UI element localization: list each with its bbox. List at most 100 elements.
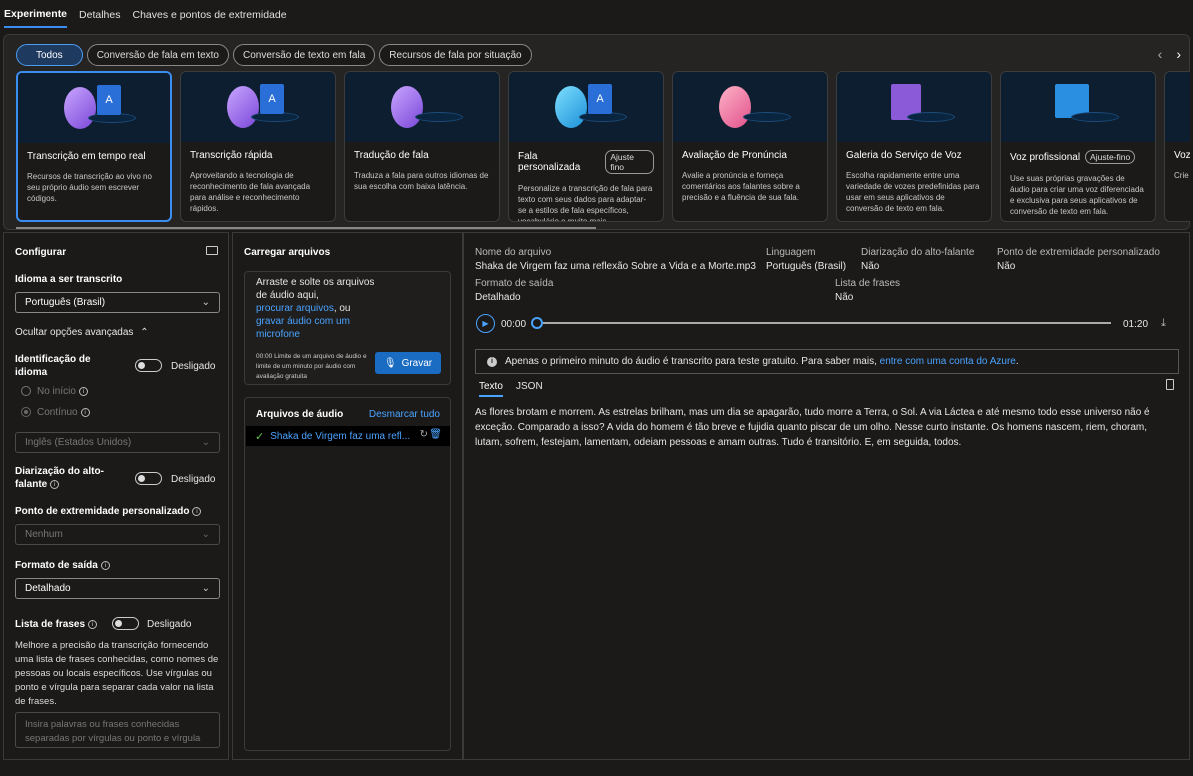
endpoint-select[interactable]: Nenhum ⌄ [15, 524, 220, 545]
info-icon: i [88, 619, 98, 629]
radio-continuo[interactable]: Contínuo i [21, 407, 90, 418]
tab-experimente[interactable]: Experimente [4, 2, 68, 28]
play-icon[interactable]: ▶ [476, 314, 495, 333]
delete-icon[interactable]: 🗑 [429, 429, 442, 440]
collapse-panel-icon[interactable] [206, 246, 218, 255]
diar-value: Não [861, 261, 880, 272]
card-title: Avaliação de Pronúncia [682, 150, 787, 161]
card-illustration [837, 72, 991, 142]
card-illustration: A [181, 72, 335, 142]
tab-text[interactable]: Texto [479, 381, 503, 397]
card-custom-speech[interactable]: A Fala personalizada Ajuste fino Personali… [508, 71, 664, 222]
phrase-toggle[interactable] [112, 617, 139, 630]
phrase-value: Não [835, 292, 854, 303]
info-icon: i [50, 479, 60, 489]
filter-scenario[interactable]: Recursos de fala por situação [379, 44, 532, 66]
chevron-down-icon: ⌄ [201, 437, 210, 448]
langid-select-value: Inglês (Estados Unidos) [25, 437, 132, 448]
deselect-all-link[interactable]: Desmarcar tudo [369, 409, 440, 420]
chevron-right-icon[interactable]: › [1176, 46, 1181, 62]
diar-state: Desligado [171, 474, 216, 485]
card-pro-voice[interactable]: Voz profissional Ajuste-fino Use suas próp… [1000, 71, 1156, 222]
langid-select[interactable]: Inglês (Estados Unidos) ⌄ [15, 432, 220, 453]
notice-text: Apenas o primeiro minuto do áudio é tran… [505, 356, 877, 367]
file-header: Nome do arquivo [475, 247, 552, 258]
card-desc: Personalize a transcrição de fala para t… [518, 184, 653, 222]
card-translation[interactable]: Tradução de fala Traduza a fala para outr… [344, 71, 500, 222]
chevron-down-icon: ⌄ [201, 297, 210, 308]
phrase-label: Lista de frases i [15, 619, 98, 630]
card-voice-gallery[interactable]: Galeria do Serviço de Voz Escolha rapidam… [836, 71, 992, 222]
seek-track[interactable] [543, 322, 1111, 324]
format-select[interactable]: Detalhado ⌄ [15, 578, 220, 599]
endpoint-header: Ponto de extremidade personalizado [997, 247, 1160, 258]
download-icon[interactable]: ⤓ [1161, 317, 1166, 330]
card-illustration: A [18, 73, 170, 143]
record-button[interactable]: 🎙 Gravar [375, 352, 441, 374]
card-title: Transcrição em tempo real [27, 151, 146, 162]
filter-stt[interactable]: Conversão de fala em texto [86, 44, 229, 66]
card-title: Fala personalizada [518, 151, 581, 173]
tab-json[interactable]: JSON [516, 381, 543, 392]
microphone-icon: 🎙 [383, 357, 397, 369]
finetune-badge: Ajuste fino [605, 150, 654, 174]
card-desc: Aproveitando a tecnologia de reconhecime… [190, 171, 311, 213]
info-icon: i [100, 560, 110, 570]
upload-panel: Carregar arquivos Arraste e solte os arq… [232, 232, 463, 760]
card-realtime[interactable]: A Transcrição em tempo real Recursos de t… [16, 71, 172, 222]
limit-text: 00:00 Limite de um arquivo de áudio e li… [256, 353, 367, 380]
format-select-value: Detalhado [25, 583, 71, 594]
card-illustration [1001, 72, 1155, 142]
langid-toggle[interactable] [135, 359, 162, 372]
filter-tts[interactable]: Conversão de texto em fala [232, 44, 376, 66]
record-button-label: Gravar [401, 357, 433, 369]
card-title: Voz [1174, 150, 1190, 161]
chevron-down-icon: ⌄ [201, 583, 210, 594]
diar-toggle[interactable] [135, 472, 162, 485]
browse-link[interactable]: procurar arquivos [256, 303, 334, 314]
record-link[interactable]: gravar áudio com um microfone [256, 316, 350, 340]
tab-detalhes[interactable]: Detalhes [79, 3, 120, 27]
tab-chaves[interactable]: Chaves e pontos de extremidade [132, 3, 286, 27]
filter-todos[interactable]: Todos [16, 44, 83, 66]
card-title: Tradução de fala [354, 150, 429, 161]
card-desc: Escolha rapidamente entre uma variedade … [846, 171, 980, 213]
phrase-header: Lista de frases [835, 278, 901, 289]
azure-signin-link[interactable]: entre com uma conta do Azure [880, 356, 1016, 367]
result-panel: Nome do arquivo Shaka de Virgem faz uma … [463, 232, 1190, 760]
advanced-label: Ocultar opções avançadas [15, 327, 134, 338]
chevron-down-icon: ⌄ [201, 529, 210, 540]
radio-label: No início [37, 386, 76, 397]
card-illustration [1165, 72, 1190, 142]
advanced-toggle[interactable]: Ocultar opções avançadas ⌃ [15, 327, 149, 338]
file-name[interactable]: Shaka de Virgem faz uma refl... [270, 431, 410, 442]
radio-no-inicio[interactable]: No início i [21, 386, 88, 397]
info-icon: i [78, 386, 88, 396]
chevron-left-icon[interactable]: ‹ [1158, 46, 1163, 62]
diar-label: Diarização do alto-falante i [15, 466, 104, 490]
card-pronunciation[interactable]: Avaliação de Pronúncia Avalie a pronúncia… [672, 71, 828, 222]
card-desc: Use suas próprias gravações de áudio par… [1010, 174, 1144, 216]
lang-select[interactable]: Português (Brasil) ⌄ [15, 292, 220, 313]
card-partial[interactable]: Voz Crie a par hum [1164, 71, 1190, 222]
seek-handle[interactable] [531, 317, 543, 329]
file-row[interactable]: ✓ Shaka de Virgem faz uma refl... ↻ 🗑 [246, 426, 450, 446]
card-illustration: A [509, 72, 663, 142]
langid-state: Desligado [171, 361, 216, 372]
files-title: Arquivos de áudio [256, 409, 344, 420]
config-panel: Configurar Idioma a ser transcrito Portu… [3, 232, 229, 760]
info-icon: i [80, 407, 90, 417]
top-tabs: Experimente Detalhes Chaves e pontos de … [0, 0, 1193, 30]
card-fast[interactable]: A Transcrição rápida Aproveitando a tecno… [180, 71, 336, 222]
feature-gallery: Todos Conversão de fala em texto Convers… [3, 34, 1190, 230]
drop-zone[interactable]: Arraste e solte os arquivos de áudio aqu… [244, 271, 451, 385]
gallery-scrollbar[interactable] [16, 227, 596, 229]
copy-icon[interactable] [1166, 379, 1174, 390]
drop-text: Arraste e solte os arquivos de áudio aqu… [256, 277, 375, 340]
retry-icon[interactable]: ↻ [420, 429, 428, 440]
card-desc: Recursos de transcrição ao vivo no seu p… [27, 172, 152, 203]
phrase-input[interactable]: Insira palavras ou frases conhecidas sep… [15, 712, 220, 748]
chevron-up-icon: ⌃ [140, 327, 149, 338]
card-title: Transcrição rápida [190, 150, 273, 161]
lang-select-value: Português (Brasil) [25, 297, 106, 308]
